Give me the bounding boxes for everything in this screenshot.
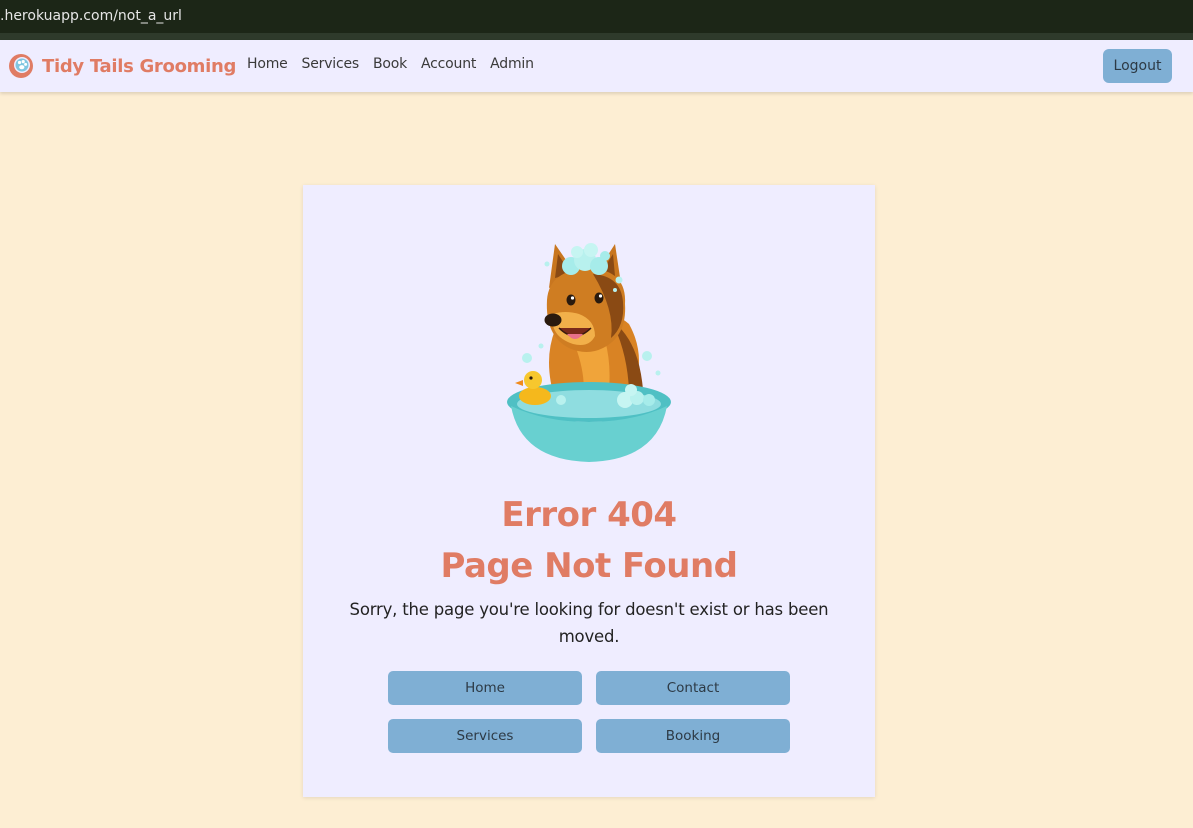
paw-logo-icon (9, 54, 33, 78)
nav-link-home[interactable]: Home (247, 56, 288, 72)
error-message: Sorry, the page you're looking for doesn… (349, 600, 829, 646)
dog-in-bath-illustration (507, 243, 671, 462)
nav-link-book[interactable]: Book (373, 56, 407, 72)
booking-button[interactable]: Booking (596, 719, 790, 753)
contact-button[interactable]: Contact (596, 671, 790, 705)
services-button[interactable]: Services (388, 719, 582, 753)
top-navbar: Tidy Tails Grooming Home Services Book A… (0, 40, 1193, 92)
nav-link-account[interactable]: Account (421, 56, 476, 72)
brand-link[interactable]: Tidy Tails Grooming (8, 53, 236, 79)
browser-toolbar-strip (0, 33, 1193, 40)
nav-links: Home Services Book Account Admin (247, 56, 548, 72)
browser-url-bar[interactable]: .herokuapp.com/not_a_url (0, 0, 1193, 33)
home-button[interactable]: Home (388, 671, 582, 705)
error-card: Error 404 Page Not Found Sorry, the page… (303, 185, 875, 797)
nav-link-services[interactable]: Services (302, 56, 360, 72)
logout-button[interactable]: Logout (1103, 49, 1172, 83)
error-code-heading: Error 404 (501, 495, 677, 535)
brand-name: Tidy Tails Grooming (42, 55, 237, 77)
error-title-heading: Page Not Found (440, 546, 738, 586)
url-text: .herokuapp.com/not_a_url (0, 8, 182, 24)
nav-link-admin[interactable]: Admin (490, 56, 534, 72)
